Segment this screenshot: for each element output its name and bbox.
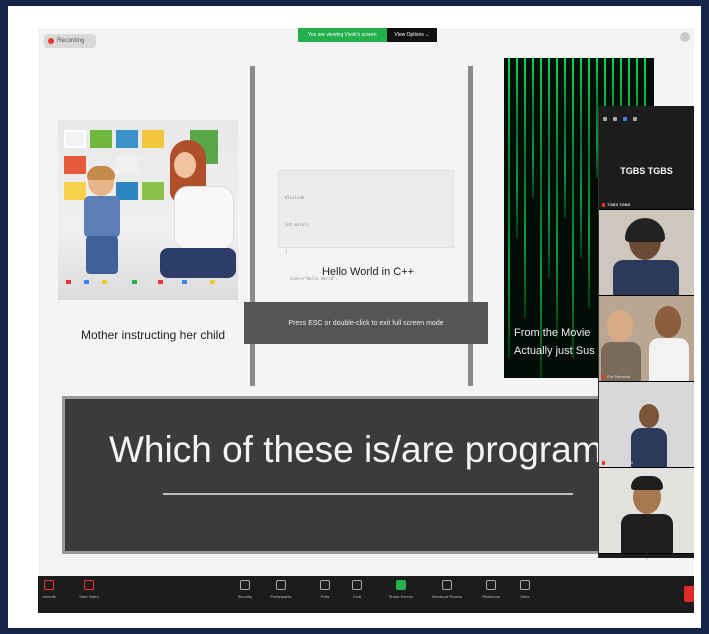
participant-name: Ria Shrestha — [607, 374, 631, 379]
chevron-down-icon[interactable]: ⌄ — [599, 554, 694, 564]
screenshot-frame: Recording You are viewing Vivek's screen… — [8, 6, 701, 628]
participant-label: Ria Shrestha — [602, 374, 630, 379]
floor-toys — [62, 280, 232, 290]
view-options-button[interactable]: View Options ⌄ — [386, 28, 438, 42]
participants-button[interactable]: Participants — [264, 580, 298, 599]
minimize-icon[interactable] — [603, 117, 607, 121]
more-label: More — [520, 594, 530, 599]
start-video-button[interactable]: Start Video — [72, 580, 106, 599]
chat-label: Chat — [352, 594, 362, 599]
fullscreen-icon[interactable] — [680, 32, 690, 42]
start-video-label: Start Video — [79, 594, 99, 599]
more-button[interactable]: More — [508, 580, 542, 599]
code-line: int main() — [285, 222, 310, 227]
code-snippet: #include int main() { cout<<"Hello World… — [278, 170, 454, 335]
participant-label: Kailash Regmi — [602, 460, 633, 465]
reactions-label: Reactions — [482, 594, 500, 599]
child-figure — [80, 166, 122, 278]
share-status-text: You are viewing Vivek's screen — [298, 28, 387, 42]
right-panel-caption: From the Movie Actually just Sus — [514, 324, 595, 360]
mic-muted-icon — [602, 202, 605, 207]
participant-name: Kailash Regmi — [607, 460, 633, 465]
share-screen-button[interactable]: Share Screen — [384, 580, 418, 599]
participants-icon — [276, 580, 286, 590]
question-banner: Which of these is/are programmin — [62, 396, 622, 554]
code-line: #include — [285, 195, 305, 200]
participant-video-tile[interactable] — [599, 468, 694, 554]
shield-icon — [240, 580, 250, 590]
right-caption-line-1: From the Movie — [514, 327, 591, 339]
security-button[interactable]: Security — [228, 580, 262, 599]
unmute-label: Unmute — [41, 594, 56, 599]
participant-tile-name-only[interactable]: TGBS TGBS TGBS TGBS — [599, 132, 694, 210]
reactions-button[interactable]: Reactions — [474, 580, 508, 599]
participant-label: TGBS TGBS — [602, 202, 630, 207]
chat-icon — [352, 580, 362, 590]
mother-child-photo — [58, 120, 238, 300]
fullscreen-exit-toast: Press ESC or double-click to exit full s… — [244, 302, 488, 344]
reactions-icon — [486, 580, 496, 590]
screen-share-banner: You are viewing Vivek's screen View Opti… — [298, 28, 438, 42]
recording-label: Recording — [57, 38, 85, 44]
right-caption-line-2: Actually just Sus — [514, 345, 595, 357]
share-screen-icon — [396, 580, 406, 590]
left-panel-caption: Mother instructing her child — [80, 328, 226, 342]
breakout-rooms-icon — [442, 580, 452, 590]
polls-label: Polls — [320, 594, 330, 599]
mic-muted-icon — [602, 374, 605, 379]
gallery-controls — [599, 106, 694, 132]
polls-icon — [320, 580, 330, 590]
security-label: Security — [237, 594, 253, 599]
question-underline — [163, 493, 573, 495]
camera-off-icon — [84, 580, 94, 590]
chat-button[interactable]: Chat — [340, 580, 374, 599]
view-switch-icon[interactable] — [613, 117, 617, 121]
participant-gallery: TGBS TGBS TGBS TGBS Ria Shrestha Kailash… — [598, 106, 694, 562]
participant-video-tile[interactable]: Ria Shrestha — [599, 296, 694, 382]
mother-figure — [150, 140, 238, 290]
zoom-meeting-window: Recording You are viewing Vivek's screen… — [38, 28, 694, 613]
recording-indicator[interactable]: Recording — [44, 34, 96, 48]
middle-panel-caption: Hello World in C++ — [321, 266, 415, 278]
code-line: { — [285, 249, 288, 254]
participant-video-tile[interactable]: Kailash Regmi — [599, 382, 694, 468]
participants-label: Participants — [270, 594, 292, 599]
record-icon — [48, 38, 54, 44]
question-text: Which of these is/are programmin — [109, 429, 622, 470]
end-meeting-button[interactable] — [684, 586, 694, 602]
breakout-rooms-label: Breakout Rooms — [432, 594, 462, 599]
unmute-button[interactable]: Unmute — [38, 580, 66, 599]
meeting-toolbar: Unmute Start Video Security Participants… — [38, 576, 694, 613]
participant-display-name: TGBS TGBS — [620, 165, 673, 176]
shared-screen: Recording You are viewing Vivek's screen… — [38, 28, 694, 576]
mic-muted-icon — [44, 580, 54, 590]
breakout-rooms-button[interactable]: Breakout Rooms — [430, 580, 464, 599]
participant-name: TGBS TGBS — [607, 202, 631, 207]
more-icon — [520, 580, 530, 590]
participant-video-tile[interactable] — [599, 210, 694, 296]
gallery-view-icon[interactable] — [623, 117, 627, 121]
mic-muted-icon — [602, 460, 605, 465]
restore-icon[interactable] — [633, 117, 637, 121]
share-screen-label: Share Screen — [388, 594, 414, 599]
polls-button[interactable]: Polls — [308, 580, 342, 599]
